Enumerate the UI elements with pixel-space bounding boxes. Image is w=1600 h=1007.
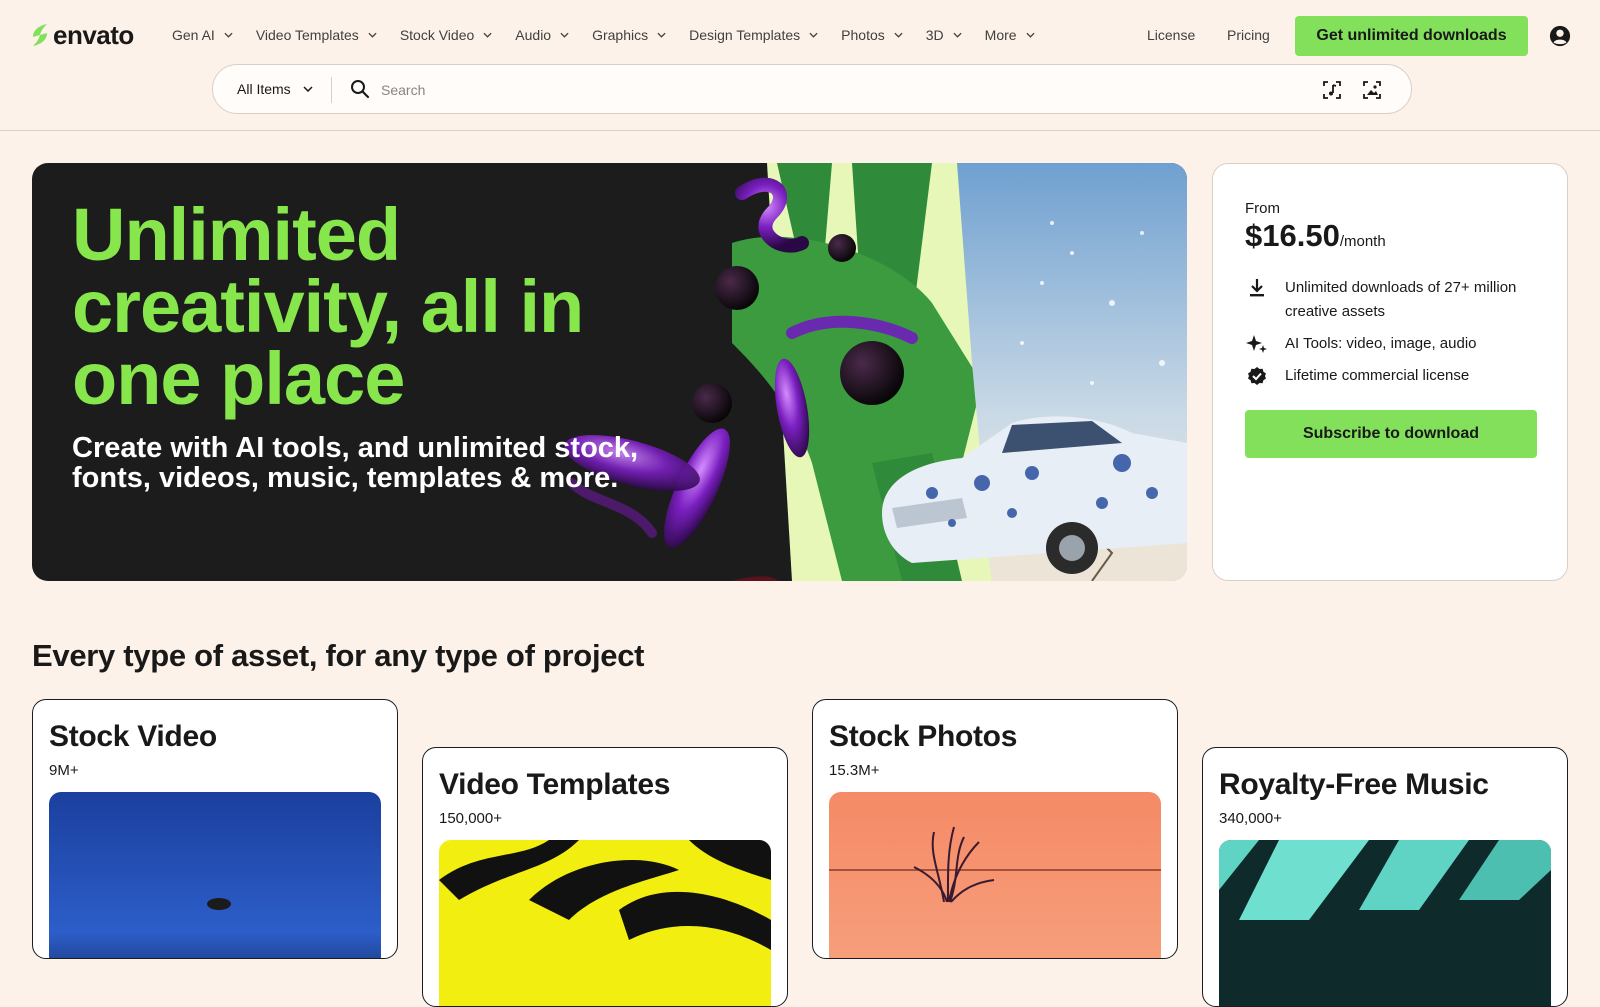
chevron-down-icon — [657, 32, 666, 38]
asset-card-count: 340,000+ — [1219, 810, 1282, 827]
nav-label: 3D — [925, 27, 944, 43]
price-period: /month — [1339, 233, 1386, 250]
asset-card-count: 15.3M+ — [829, 762, 880, 779]
nav-label: Design Templates — [689, 27, 801, 43]
subscribe-to-download-button[interactable]: Subscribe to download — [1245, 410, 1537, 458]
asset-card-count: 9M+ — [49, 762, 79, 779]
nav-item-gen-ai[interactable]: Gen AI — [172, 27, 233, 43]
hero-title: Unlimited creativity, all in one place — [72, 193, 584, 420]
asset-card-stock-photos[interactable]: Stock Photos 15.3M+ — [812, 699, 1178, 959]
nav-label: Audio — [515, 27, 552, 43]
verified-badge-icon — [1245, 364, 1269, 388]
stock-photos-thumbnail-art — [829, 826, 1161, 903]
asset-card-name: Stock Photos — [829, 720, 1018, 753]
download-icon — [1245, 276, 1269, 300]
chevron-down-icon — [953, 32, 962, 38]
feature-item: AI Tools: video, image, audio — [1245, 332, 1545, 356]
chevron-down-icon — [560, 32, 569, 38]
nav-item-design-templates[interactable]: Design Templates — [689, 27, 818, 43]
nav-label: Video Templates — [255, 27, 359, 43]
search-input[interactable] — [381, 79, 1081, 101]
asset-card-name: Video Templates — [439, 768, 671, 801]
image-search-icon[interactable] — [1360, 78, 1384, 102]
logo-wordmark: envato — [53, 19, 134, 50]
feature-text: AI Tools: video, image, audio — [1285, 335, 1477, 352]
asset-card-thumbnail — [439, 840, 771, 1006]
nav-label: Gen AI — [172, 27, 215, 43]
nav-label: Graphics — [592, 27, 649, 43]
nav-item-3d[interactable]: 3D — [926, 27, 962, 43]
nav-label: Photos — [841, 27, 885, 43]
price-amount: $16.50 — [1245, 218, 1340, 253]
hero-banner: Unlimited creativity, all in one place C… — [32, 163, 1187, 581]
chevron-down-icon — [303, 86, 313, 92]
nav-label: Stock Video — [399, 27, 475, 43]
nav-item-audio[interactable]: Audio — [515, 27, 569, 43]
envato-logo[interactable]: envato — [31, 20, 134, 50]
nav-item-stock-video[interactable]: Stock Video — [400, 27, 492, 43]
asset-card-name: Royalty-Free Music — [1219, 768, 1489, 801]
price-from-label: From — [1245, 200, 1280, 217]
chevron-down-icon — [224, 32, 233, 38]
chevron-down-icon — [368, 32, 377, 38]
nav-label: More — [984, 27, 1017, 43]
chevron-down-icon — [809, 32, 818, 38]
hero-subtitle: Create with AI tools, and unlimited stoc… — [72, 432, 639, 494]
nav-item-more[interactable]: More — [985, 27, 1035, 43]
search-divider — [331, 77, 332, 103]
asset-card-thumbnail — [829, 792, 1161, 958]
feature-text: Lifetime commercial license — [1285, 367, 1470, 384]
feature-item: Lifetime commercial license — [1245, 364, 1545, 388]
asset-card-count: 150,000+ — [439, 810, 502, 827]
asset-card-stock-video[interactable]: Stock Video 9M+ — [32, 699, 398, 959]
search-bar: All Items — [212, 64, 1412, 114]
license-link[interactable]: License — [1147, 27, 1195, 43]
main-nav: Gen AI Video Templates Stock Video Audio… — [172, 25, 1058, 45]
feature-list: Unlimited downloads of 27+ million creat… — [1245, 276, 1545, 396]
nav-item-video-templates[interactable]: Video Templates — [256, 27, 377, 43]
asset-card-royalty-free-music[interactable]: Royalty-Free Music 340,000+ — [1202, 747, 1568, 1007]
chevron-down-icon — [1025, 32, 1035, 38]
feature-item: Unlimited downloads of 27+ million creat… — [1245, 276, 1545, 324]
asset-card-thumbnail — [49, 792, 381, 958]
feature-text: Unlimited downloads of 27+ million creat… — [1285, 279, 1517, 320]
music-thumbnail-art — [1219, 840, 1551, 920]
nav-item-photos[interactable]: Photos — [841, 27, 903, 43]
section-title: Every type of asset, for any type of pro… — [32, 638, 645, 673]
category-select[interactable]: All Items — [237, 81, 313, 97]
search-icon[interactable] — [350, 79, 370, 99]
category-select-label: All Items — [237, 81, 291, 97]
site-header: envato Gen AI Video Templates Stock Vide… — [0, 0, 1600, 131]
nav-item-graphics[interactable]: Graphics — [592, 27, 666, 43]
pricing-card: From $16.50/month Unlimited downloads of… — [1212, 163, 1568, 581]
envato-leaf-icon — [33, 24, 47, 46]
audio-search-icon[interactable] — [1320, 78, 1344, 102]
chevron-down-icon — [483, 32, 492, 38]
get-unlimited-downloads-button[interactable]: Get unlimited downloads — [1295, 16, 1528, 56]
video-templates-thumbnail-art — [439, 840, 771, 950]
asset-card-thumbnail — [1219, 840, 1551, 1006]
chevron-down-icon — [894, 32, 903, 38]
asset-card-name: Stock Video — [49, 720, 217, 753]
pricing-link[interactable]: Pricing — [1227, 27, 1270, 43]
stock-video-thumbnail-art — [207, 898, 231, 910]
account-circle-icon[interactable] — [1549, 25, 1571, 47]
price-value: $16.50/month — [1245, 218, 1386, 254]
sparkles-icon — [1245, 332, 1269, 356]
asset-card-video-templates[interactable]: Video Templates 150,000+ — [422, 747, 788, 1007]
